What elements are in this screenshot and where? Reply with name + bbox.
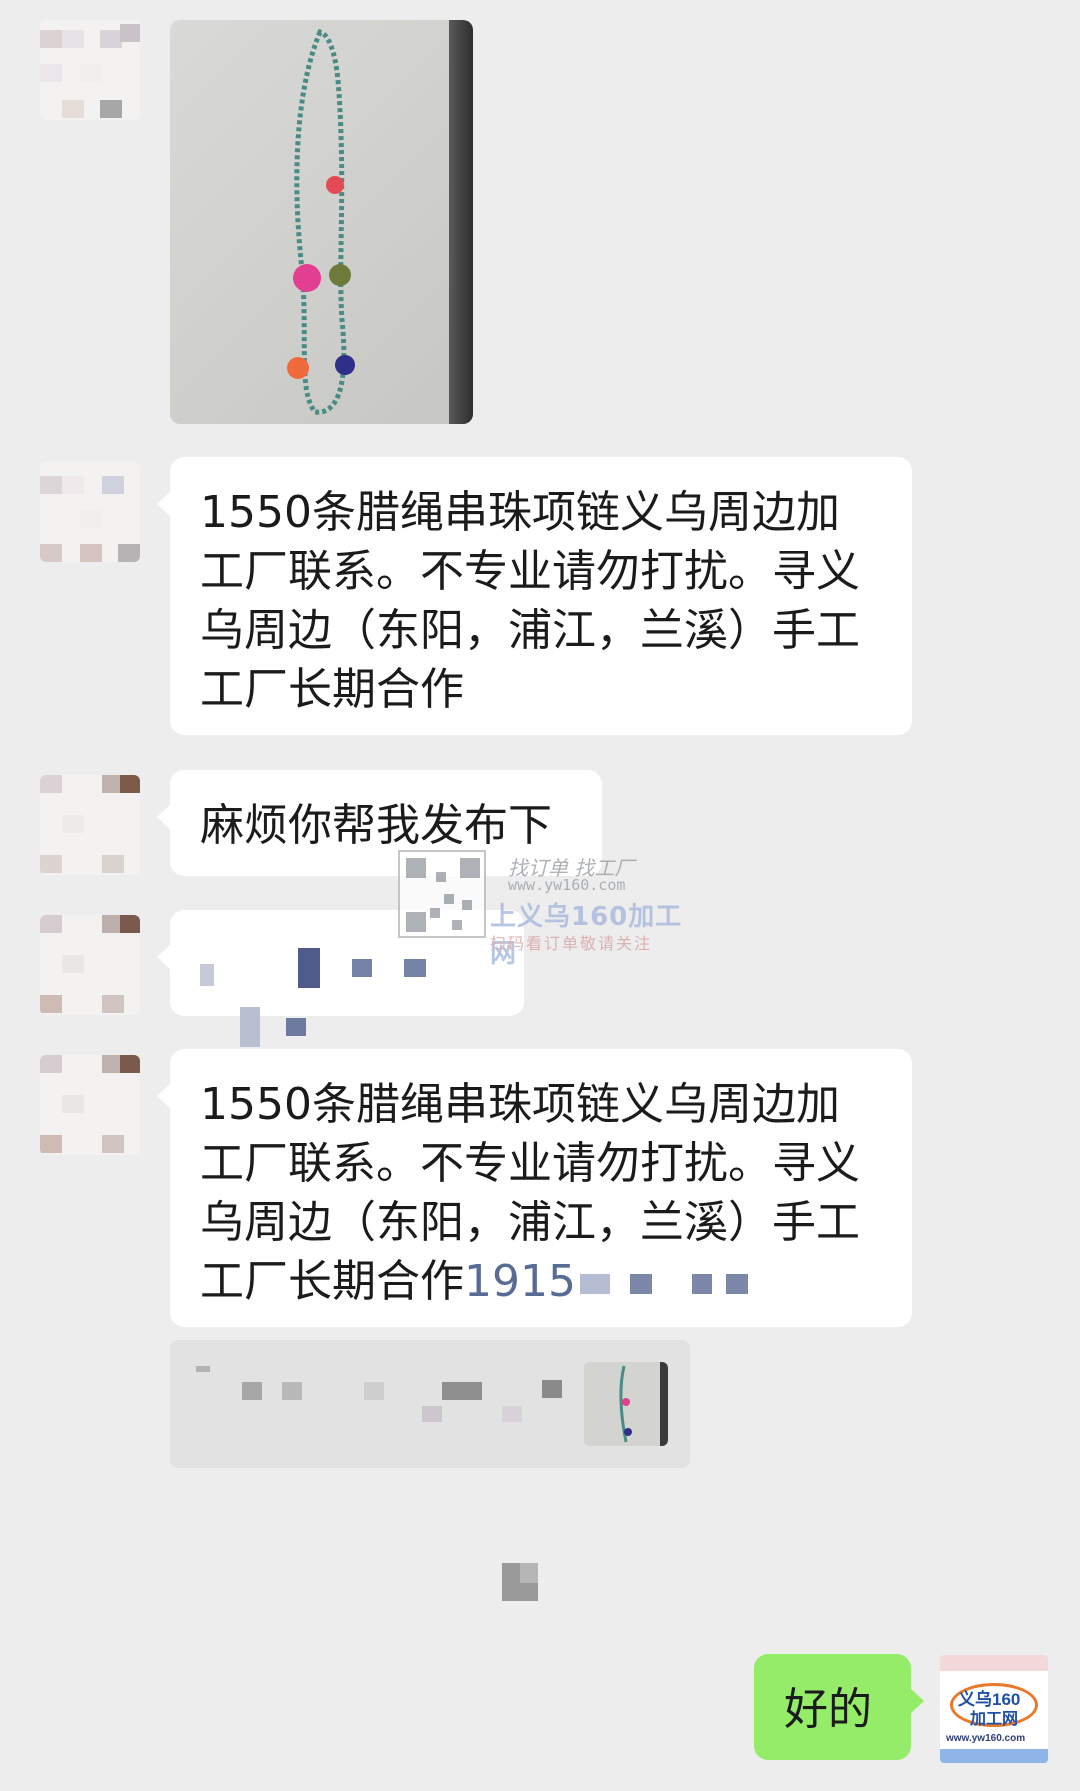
avatar-sender[interactable] <box>40 915 140 1015</box>
redacted-block <box>422 1406 442 1422</box>
redacted-block <box>242 1382 262 1400</box>
logo-url: www.yw160.com <box>946 1733 1026 1744</box>
quoted-message[interactable] <box>170 1340 690 1468</box>
watermark: 找订单 找工厂 www.yw160.com 上义乌160加工网 扫码看订单敬请关… <box>398 850 698 969</box>
necklace-photo[interactable] <box>170 20 473 424</box>
message-text: 1550条腊绳串珠项链义乌周边加工厂联系。不专业请勿打扰。寻义乌周边（东阳，浦江… <box>200 487 860 715</box>
redacted-block <box>282 1382 302 1400</box>
redacted-block <box>502 1406 522 1422</box>
my-message-bubble[interactable]: 好的 <box>754 1654 924 1760</box>
quoted-photo-thumbnail <box>584 1362 668 1446</box>
redacted-block <box>725 1274 748 1294</box>
redacted-block <box>542 1380 562 1398</box>
redacted-block <box>691 1274 712 1294</box>
redacted-block <box>629 1274 652 1294</box>
avatar-self[interactable]: 义乌160 加工网 www.yw160.com <box>940 1655 1048 1763</box>
redacted-block <box>286 1018 306 1036</box>
necklace-icon <box>584 1362 668 1446</box>
necklace-icon <box>287 29 355 415</box>
message-text: 好的 <box>784 1684 872 1735</box>
message-bubble[interactable]: 1550条腊绳串珠项链义乌周边加工厂联系。不专业请勿打扰。寻义乌周边（东阳，浦江… <box>157 457 912 735</box>
logo-text: 加工网 <box>970 1711 1019 1728</box>
system-timestamp-redacted <box>520 1563 538 1583</box>
message-bubble[interactable]: 1550条腊绳串珠项链义乌周边加工厂联系。不专业请勿打扰。寻义乌周边（东阳，浦江… <box>157 1049 912 1327</box>
phone-link[interactable]: 1915 <box>464 1256 576 1307</box>
avatar-sender[interactable] <box>40 775 140 875</box>
watermark-url: www.yw160.com <box>508 876 626 894</box>
avatar-sender[interactable] <box>40 20 140 120</box>
redacted-block <box>352 959 372 977</box>
logo-top-strip <box>940 1655 1048 1671</box>
watermark-subtitle: 扫码看订单敬请关注 <box>490 934 653 953</box>
redacted-block <box>196 1366 210 1372</box>
message-text: 麻烦你帮我发布下 <box>200 800 552 851</box>
redacted-block <box>200 964 214 986</box>
redacted-block <box>442 1382 482 1400</box>
redacted-block <box>404 959 426 977</box>
avatar-sender[interactable] <box>40 462 140 562</box>
qr-code-icon <box>398 850 486 938</box>
redacted-block <box>364 1382 384 1400</box>
redacted-block <box>240 1007 260 1047</box>
photo-shadow-edge <box>449 20 473 424</box>
logo-bottom-strip <box>940 1749 1048 1763</box>
chat-view: 1550条腊绳串珠项链义乌周边加工厂联系。不专业请勿打扰。寻义乌周边（东阳，浦江… <box>0 0 1080 1791</box>
avatar-sender[interactable] <box>40 1055 140 1155</box>
redacted-block <box>579 1274 610 1294</box>
redacted-block <box>298 948 320 988</box>
